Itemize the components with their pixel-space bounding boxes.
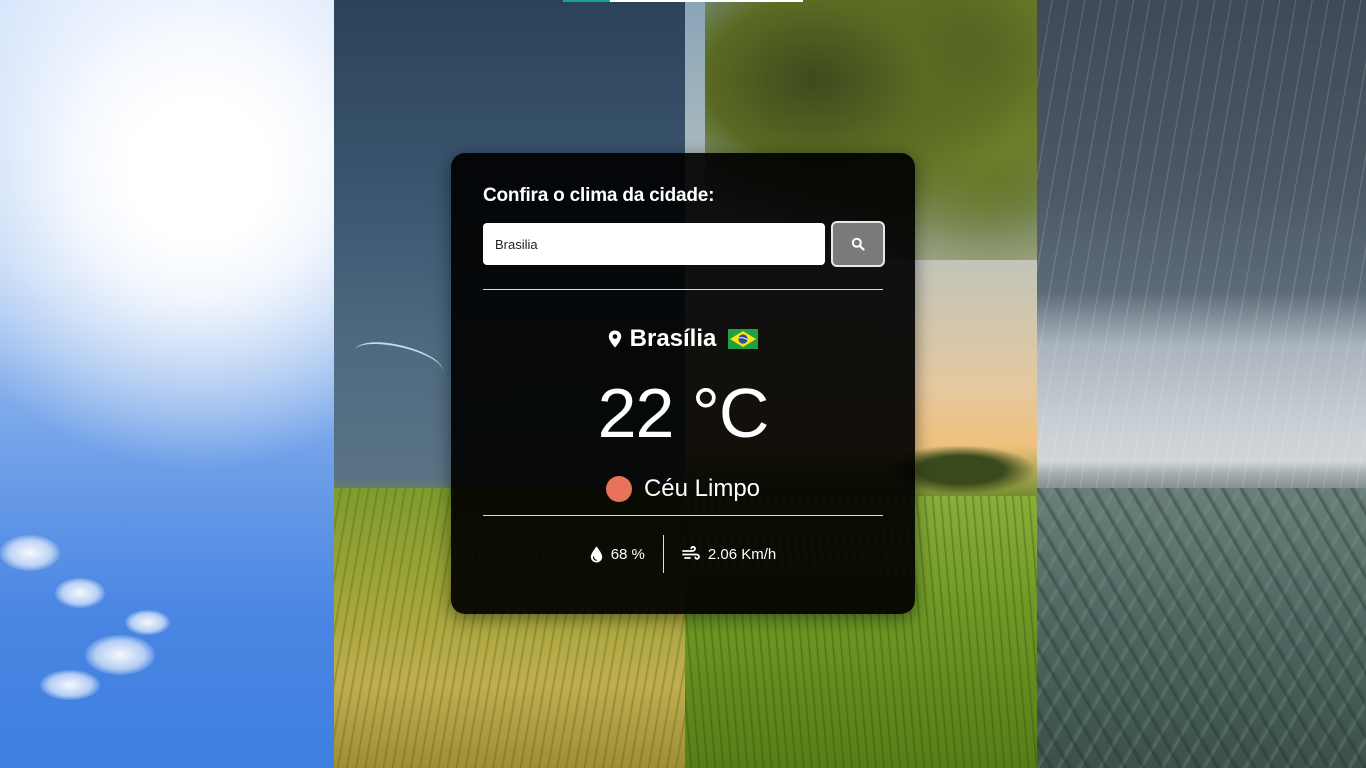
map-pin-icon xyxy=(608,330,621,348)
card-title: Confira o clima da cidade: xyxy=(483,185,715,206)
top-loading-bar xyxy=(563,0,803,2)
cloud xyxy=(0,535,60,571)
cloud xyxy=(40,670,100,700)
sunny-sky-panel xyxy=(0,0,334,768)
search-icon xyxy=(851,237,865,251)
weather-card: Confira o clima da cidade: Brasília 22 °… xyxy=(451,153,915,614)
search-button[interactable] xyxy=(831,221,885,267)
wind-speed: 2.06 Km/h xyxy=(664,546,794,563)
humidity-value: 68 % xyxy=(610,545,645,563)
cloud xyxy=(125,610,170,635)
humidity: 68 % xyxy=(572,546,663,563)
condition-row: Céu Limpo xyxy=(451,475,915,503)
lightning-bolt xyxy=(351,337,447,385)
brazil-flag xyxy=(728,329,759,349)
rain-corn-panel xyxy=(1037,0,1366,768)
top-loading-bar-accent xyxy=(563,0,610,2)
cloud xyxy=(85,635,155,675)
wind-value: 2.06 Km/h xyxy=(707,545,777,563)
city-search-input[interactable] xyxy=(483,223,825,265)
condition-label: Céu Limpo xyxy=(643,475,761,502)
divider xyxy=(483,289,883,290)
location-row: Brasília xyxy=(451,325,915,353)
temperature: 22 °C xyxy=(597,374,770,452)
weather-details: 68 % 2.06 Km/h xyxy=(451,535,915,573)
corn-field xyxy=(1037,488,1366,768)
wind-icon xyxy=(682,546,700,560)
cloud xyxy=(55,578,105,608)
sun-icon xyxy=(605,476,632,502)
water-drop-icon xyxy=(590,546,602,562)
city-name: Brasília xyxy=(629,325,717,352)
divider xyxy=(483,515,883,516)
